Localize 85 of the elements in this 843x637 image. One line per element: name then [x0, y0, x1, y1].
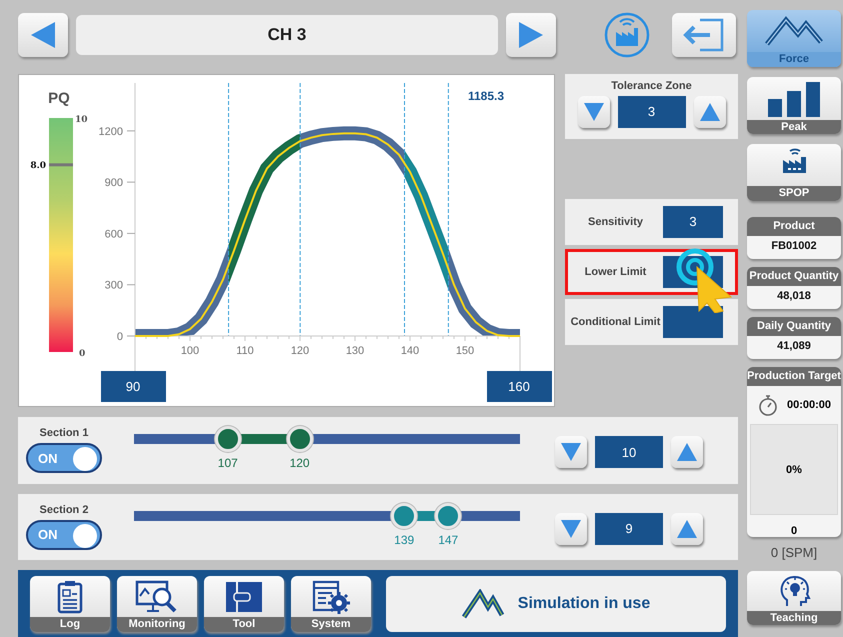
slider-handle[interactable]	[435, 502, 462, 529]
axis-label: 130	[346, 344, 364, 357]
info-label: Product Quantity	[747, 267, 841, 286]
axis-label: 150	[456, 344, 474, 357]
axis-label: 600	[104, 228, 123, 240]
increase-button[interactable]	[671, 436, 703, 468]
timer-value: 00:00:00	[786, 399, 832, 411]
teaching-button[interactable]: Teaching	[747, 571, 841, 625]
gauge-title: PQ	[48, 90, 70, 107]
section-value-field[interactable]: 9	[595, 512, 663, 545]
down-triangle-icon	[560, 442, 582, 462]
info-label: Daily Quantity	[747, 317, 841, 336]
toggle-switch[interactable]: ON	[26, 520, 102, 550]
setting-label: Sensitivity	[586, 216, 644, 228]
info-value: FB01002	[770, 239, 818, 254]
section-value-field[interactable]: 10	[595, 436, 663, 468]
section-label: Section 2	[40, 504, 88, 516]
spm-reading: 0 [SPM]	[770, 545, 818, 562]
gauge-max-label: 10	[75, 114, 88, 125]
up-triangle-icon	[698, 102, 720, 122]
stopwatch-icon	[756, 394, 779, 416]
clipboard-icon	[57, 580, 83, 614]
gauge-value-label: 8.0	[30, 160, 46, 171]
tool-icon	[224, 580, 264, 614]
up-triangle-icon	[676, 442, 698, 462]
slider-handle[interactable]	[214, 426, 241, 452]
axis-label: 120	[290, 344, 310, 357]
decrease-button[interactable]	[578, 96, 610, 128]
channel-title: CH 3	[76, 14, 498, 55]
axis-label: 140	[400, 344, 420, 357]
range-start-field[interactable]: 90	[101, 370, 166, 402]
mountain-line-icon	[764, 14, 824, 48]
down-triangle-icon	[560, 518, 582, 539]
axis-label: 300	[104, 280, 123, 292]
nav-button[interactable]: Tool	[204, 576, 284, 632]
increase-button[interactable]	[671, 512, 703, 545]
setting-label: Lower Limit	[584, 266, 648, 278]
exit-button[interactable]	[672, 12, 736, 57]
slider-value: 107	[218, 456, 238, 470]
factory-wifi-icon[interactable]	[604, 12, 650, 58]
settings-icon	[312, 580, 350, 614]
slider-handle[interactable]	[286, 426, 313, 452]
factory-icon	[780, 148, 808, 174]
increase-button[interactable]	[694, 96, 726, 128]
slider-value: 139	[394, 532, 414, 547]
slider-handle[interactable]	[391, 502, 418, 529]
toggle-switch[interactable]: ON	[26, 443, 102, 474]
status-text: Simulation in use	[518, 594, 650, 613]
setting-value-field[interactable]: 3	[663, 206, 723, 238]
mode-button[interactable]: Force	[747, 10, 841, 67]
down-triangle-icon	[582, 102, 604, 122]
setting-label: Conditional Limit	[570, 316, 662, 328]
decrease-button[interactable]	[555, 512, 587, 545]
slider-value: 147	[438, 532, 458, 547]
up-triangle-icon	[676, 518, 698, 539]
info-value: 48,018	[776, 289, 812, 304]
next-channel-button[interactable]	[506, 12, 556, 57]
tolerance-zone-label: Tolerance Zone	[611, 80, 692, 92]
info-value: 41,089	[776, 339, 812, 354]
axis-label: 100	[180, 344, 200, 357]
nav-button[interactable]: Monitoring	[117, 576, 197, 632]
progress-box: 0%	[750, 424, 838, 515]
slider-value: 120	[290, 456, 310, 470]
mountain-line-icon	[462, 588, 504, 619]
info-label: Production Target	[747, 367, 841, 386]
bar-chart-icon	[765, 81, 823, 117]
previous-channel-button[interactable]	[18, 12, 68, 57]
monitor-magnifier-icon	[135, 580, 179, 614]
decrease-button[interactable]	[555, 436, 587, 468]
tolerance-value-field[interactable]: 3	[618, 96, 686, 128]
mode-button[interactable]: SPOP	[747, 144, 841, 201]
count-value: 0	[790, 525, 798, 537]
nav-button[interactable]: System	[291, 576, 371, 632]
exit-icon	[682, 16, 726, 53]
gauge-min-label: 0	[79, 348, 86, 359]
nav-button[interactable]: Log	[30, 576, 110, 632]
axis-label: 110	[236, 344, 254, 357]
range-end-field[interactable]: 160	[487, 370, 552, 402]
info-label: Product	[747, 217, 841, 236]
axis-label: 0	[116, 330, 123, 343]
axis-label: 900	[104, 176, 123, 189]
axis-label: 1200	[98, 126, 123, 138]
section-label: Section 1	[40, 427, 88, 440]
peak-reading: 1185.3	[468, 88, 504, 103]
mode-button[interactable]: Peak	[747, 77, 841, 134]
